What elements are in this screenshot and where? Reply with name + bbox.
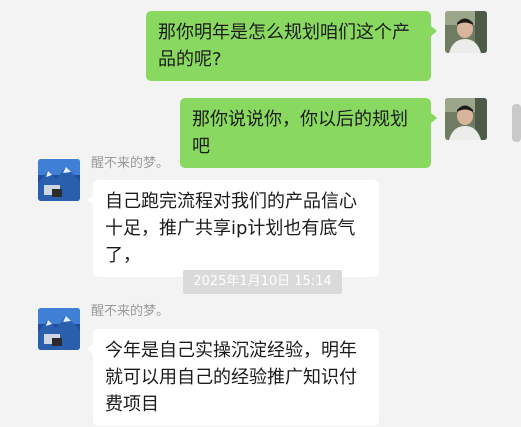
- person-avatar-icon: [445, 98, 487, 140]
- chat-history: 那你明年是怎么规划咱们这个产品的呢? 那你说说你，你以后的规划吧 醒不来的梦。 …: [0, 0, 521, 427]
- sender-name: 醒不来的梦。: [91, 304, 170, 319]
- message-bubble-outgoing[interactable]: 那你说说你，你以后的规划吧: [180, 98, 437, 168]
- contact-avatar[interactable]: [38, 159, 80, 201]
- scrollbar-thumb[interactable]: [512, 104, 521, 142]
- landscape-avatar-icon: [38, 159, 80, 201]
- timestamp: 2025年1月10日 15:14: [183, 270, 342, 294]
- message-bubble-incoming[interactable]: 今年是自己实操沉淀经验，明年就可以用自己的经验推广知识付费项目: [87, 329, 379, 426]
- person-avatar-icon: [445, 11, 487, 53]
- landscape-avatar-icon: [38, 308, 80, 350]
- contact-avatar[interactable]: [38, 308, 80, 350]
- message-bubble-outgoing[interactable]: 那你明年是怎么规划咱们这个产品的呢?: [146, 11, 437, 81]
- sender-name: 醒不来的梦。: [91, 156, 170, 171]
- self-avatar[interactable]: [445, 98, 487, 140]
- self-avatar[interactable]: [445, 11, 487, 53]
- message-bubble-incoming[interactable]: 自己跑完流程对我们的产品信心十足，推广共享ip计划也有底气了，: [87, 180, 379, 277]
